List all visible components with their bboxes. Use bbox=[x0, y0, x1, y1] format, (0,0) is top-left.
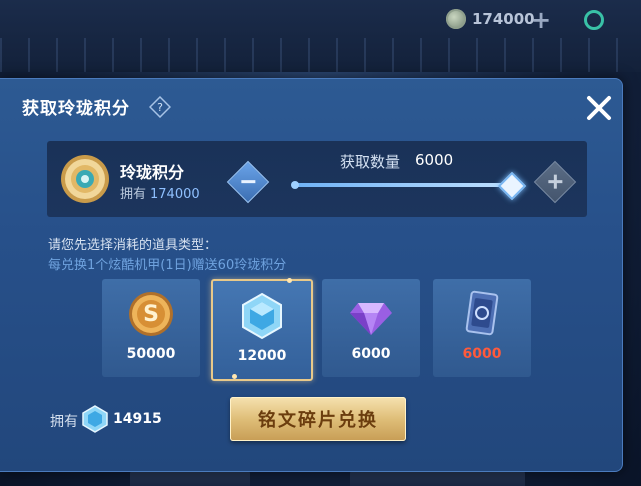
owned-label: 拥有 bbox=[120, 187, 147, 202]
item-diamond[interactable]: 6000 bbox=[322, 279, 420, 377]
bonus-hint: 每兑换1个炫酷机甲(1日)赠送60玲珑积分 bbox=[48, 258, 287, 273]
gold-coin-icon: S bbox=[129, 292, 173, 336]
selection-corner bbox=[287, 278, 292, 283]
add-currency-icon[interactable]: + bbox=[531, 8, 551, 32]
dialog-title: 获取玲珑积分 bbox=[22, 99, 130, 119]
svg-text:?: ? bbox=[157, 101, 163, 114]
linglong-points-icon bbox=[61, 155, 109, 203]
owned-points-value: 174000 bbox=[150, 187, 200, 202]
purple-diamond-icon bbox=[350, 303, 392, 335]
settings-icon[interactable] bbox=[584, 10, 604, 30]
exchange-button[interactable]: 铭文碎片兑换 bbox=[230, 397, 406, 441]
item-cost: 6000 bbox=[351, 346, 391, 362]
close-button[interactable] bbox=[582, 91, 616, 125]
quantity-label: 获取数量 bbox=[340, 153, 401, 171]
points-owned: 拥有 174000 bbox=[120, 183, 200, 202]
quantity-slider[interactable] bbox=[291, 181, 512, 189]
top-currency: 174000 bbox=[446, 9, 535, 29]
slider-handle[interactable] bbox=[497, 171, 527, 201]
help-icon[interactable]: ? bbox=[149, 96, 171, 118]
quantity-value: 6000 bbox=[415, 151, 454, 169]
card-ticket-icon bbox=[465, 290, 499, 336]
item-card-ticket[interactable]: 6000 bbox=[433, 279, 531, 377]
slider-start-dot bbox=[291, 181, 299, 189]
select-item-hint: 请您先选择消耗的道具类型： bbox=[48, 238, 218, 253]
selection-corner bbox=[232, 374, 237, 379]
item-inscription-fragment[interactable]: 12000 bbox=[211, 278, 313, 381]
item-gold-coin[interactable]: S 50000 bbox=[102, 279, 200, 377]
inscription-fragment-icon bbox=[242, 292, 282, 340]
points-name: 玲珑积分 bbox=[120, 163, 185, 182]
inscription-fragment-icon bbox=[82, 405, 108, 433]
svg-text:S: S bbox=[143, 302, 159, 327]
increase-button[interactable] bbox=[533, 160, 577, 204]
minus-icon bbox=[241, 180, 256, 184]
close-icon bbox=[587, 96, 611, 120]
item-cost: 6000 bbox=[462, 346, 502, 362]
item-cost: 50000 bbox=[126, 346, 176, 362]
item-cost: 12000 bbox=[237, 348, 287, 364]
points-panel: 玲珑积分 拥有 174000 获取数量 6000 bbox=[47, 141, 587, 217]
top-currency-value: 174000 bbox=[472, 10, 535, 28]
slider-fill bbox=[294, 183, 512, 187]
owned-fragments-label: 拥有 bbox=[50, 414, 78, 430]
decrease-button[interactable] bbox=[226, 160, 270, 204]
get-points-dialog: 获取玲珑积分 ? 玲珑积分 拥有 174000 获取数量 6000 请您先选择消… bbox=[0, 78, 623, 472]
owned-fragments-value: 14915 bbox=[113, 411, 162, 427]
coin-icon bbox=[446, 9, 466, 29]
